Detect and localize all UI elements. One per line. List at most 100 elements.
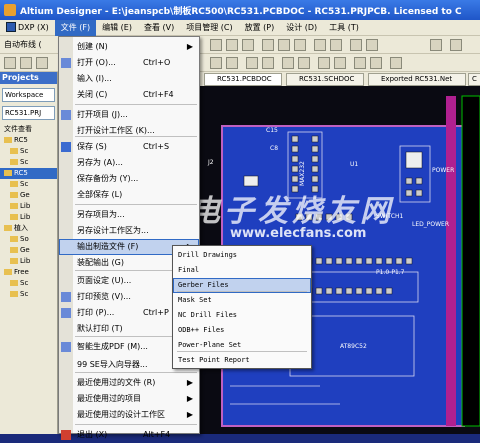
tool-icon[interactable]	[210, 39, 222, 51]
tree-item[interactable]: Lib	[0, 256, 57, 267]
file-menu-item[interactable]: 最近使用过的项目 ▶	[59, 391, 199, 407]
folder-icon	[4, 170, 12, 176]
file-menu-item[interactable]: 另存项目为...	[59, 207, 199, 223]
submenu-arrow-icon: ▶	[186, 410, 193, 419]
tool-icon[interactable]	[262, 39, 274, 51]
menu-view[interactable]: 查看 (V)	[138, 20, 180, 36]
file-menu-item[interactable]: 最近使用过的文件 (R) ▶	[59, 375, 199, 391]
tool-icon[interactable]	[350, 39, 362, 51]
tool-icon[interactable]	[390, 57, 402, 69]
menu-project[interactable]: 项目管理 (C)	[180, 20, 238, 36]
file-menu-item[interactable]: 创建 (N) ▶	[59, 39, 199, 55]
tool-icon[interactable]	[334, 57, 346, 69]
tool-icon[interactable]	[242, 39, 254, 51]
file-view-option[interactable]: 文件查看	[0, 124, 57, 135]
tree-item[interactable]: Free	[0, 267, 57, 278]
file-menu-item[interactable]: 另存设计工作区为...	[59, 223, 199, 239]
file-menu-item[interactable]: 全部保存 (L)	[59, 187, 199, 203]
tool-icon[interactable]	[450, 39, 462, 51]
tool-icon[interactable]	[226, 57, 238, 69]
submenu-item[interactable]: NC Drill Files	[173, 308, 311, 323]
tree-item-label: RC5	[14, 169, 28, 177]
folder-icon	[10, 181, 18, 187]
tool-icon[interactable]	[298, 57, 310, 69]
menu-edit[interactable]: 编辑 (E)	[96, 20, 138, 36]
tree-item[interactable]: Ge	[0, 190, 57, 201]
tool-icon[interactable]	[278, 39, 290, 51]
tool-icon[interactable]	[294, 39, 306, 51]
workspace-selector[interactable]: Workspace	[2, 88, 55, 102]
file-menu-item[interactable]: 关闭 (C) Ctrl+F4	[59, 87, 199, 103]
tree-item[interactable]: 植入	[0, 223, 57, 234]
submenu-item[interactable]: ODB++ Files	[173, 323, 311, 338]
tree-item[interactable]: Sc	[0, 146, 57, 157]
folder-icon	[10, 192, 18, 198]
tree-item[interactable]: Ge	[0, 245, 57, 256]
tool-icon[interactable]	[210, 57, 222, 69]
file-menu-item[interactable]: 输入 (I)...	[59, 71, 199, 87]
new-file-icon[interactable]	[4, 57, 16, 69]
file-menu-item-label: 输出制造文件 (F)	[77, 242, 139, 251]
tab-netlist[interactable]: Exported RC531.Net	[368, 73, 466, 86]
menu-separator	[177, 291, 307, 292]
open-folder-icon[interactable]	[20, 57, 32, 69]
menu-tools[interactable]: 工具 (T)	[323, 20, 365, 36]
file-menu-item[interactable]: 保存 (S) Ctrl+S	[59, 139, 199, 155]
tool-icon[interactable]	[314, 39, 326, 51]
document-tabs: RC531.PCBDOC RC531.SCHDOC Exported RC531…	[200, 72, 480, 86]
tab-pcbdoc[interactable]: RC531.PCBDOC	[204, 73, 282, 86]
tool-icon[interactable]	[370, 57, 382, 69]
file-menu-item[interactable]: 保存备份为 (Y)...	[59, 171, 199, 187]
tab-overflow[interactable]: C	[468, 73, 480, 86]
file-menu-item-label: 装配输出 (G)	[77, 258, 124, 267]
tree-item[interactable]: RC5	[0, 135, 57, 146]
file-menu-item[interactable]: 最近使用过的设计工作区 ▶	[59, 407, 199, 423]
save-icon[interactable]	[36, 57, 48, 69]
project-selector[interactable]: RC531.PRJ	[2, 106, 55, 120]
tool-icon[interactable]	[318, 57, 330, 69]
file-menu-item-label: 打开项目 (J)...	[77, 110, 128, 119]
tree-item[interactable]: RC5	[0, 168, 57, 179]
tool-icon[interactable]	[246, 57, 258, 69]
file-menu-item[interactable]: 打开项目 (J)...	[59, 107, 199, 123]
menu-place[interactable]: 放置 (P)	[239, 20, 281, 36]
submenu-item[interactable]: Mask Set	[173, 293, 311, 308]
tree-item-label: Sc	[20, 290, 29, 298]
pcb-label-port: P1.0-P1.7	[376, 269, 405, 276]
submenu-item[interactable]: Test Point Report	[173, 353, 311, 368]
file-menu-item-shortcut: Ctrl+F4	[143, 90, 174, 99]
pcb-label-power: POWER	[432, 167, 454, 174]
tool-icon[interactable]	[262, 57, 274, 69]
altium-app-icon	[4, 4, 16, 16]
pcb-label-mcu: AT89C52	[340, 343, 367, 350]
tool-icon[interactable]	[354, 57, 366, 69]
tool-icon[interactable]	[282, 57, 294, 69]
file-menu-item[interactable]: 另存为 (A)...	[59, 155, 199, 171]
file-menu-item[interactable]: 退出 (X) Alt+F4	[59, 427, 199, 443]
tree-item[interactable]: Lib	[0, 212, 57, 223]
tool-icon[interactable]	[226, 39, 238, 51]
submenu-item[interactable]: Final	[173, 263, 311, 278]
tree-item[interactable]: Sc	[0, 157, 57, 168]
file-menu-item[interactable]: 打开 (O)... Ctrl+O	[59, 55, 199, 71]
file-menu-item-label: 关闭 (C)	[77, 90, 108, 99]
tool-icon[interactable]	[366, 39, 378, 51]
tree-item[interactable]: Sc	[0, 179, 57, 190]
tree-item[interactable]: Sc	[0, 278, 57, 289]
menu-file[interactable]: 文件 (F)	[54, 19, 97, 36]
tab-schdoc[interactable]: RC531.SCHDOC	[286, 73, 364, 86]
tree-item[interactable]: Lib	[0, 201, 57, 212]
tree-item[interactable]: So	[0, 234, 57, 245]
autoroute-menu[interactable]: 自动布线 (	[4, 38, 42, 52]
pcb-label-switch: SWITCH1	[376, 213, 404, 220]
menu-design[interactable]: 设计 (D)	[280, 20, 323, 36]
tool-icon[interactable]	[330, 39, 342, 51]
menu-dxp[interactable]: DXP (X)	[0, 20, 55, 36]
tool-icon[interactable]	[430, 39, 442, 51]
tree-item[interactable]: Sc	[0, 289, 57, 300]
folder-icon	[4, 137, 12, 143]
tree-item-label: 植入	[14, 224, 28, 232]
title-bar: Altium Designer - E:\jeanspcb\制板RC500\RC…	[0, 0, 480, 20]
file-menu-item-label: 99 SE导入向导器...	[77, 360, 148, 369]
submenu-item[interactable]: Drill Drawings	[173, 248, 311, 263]
